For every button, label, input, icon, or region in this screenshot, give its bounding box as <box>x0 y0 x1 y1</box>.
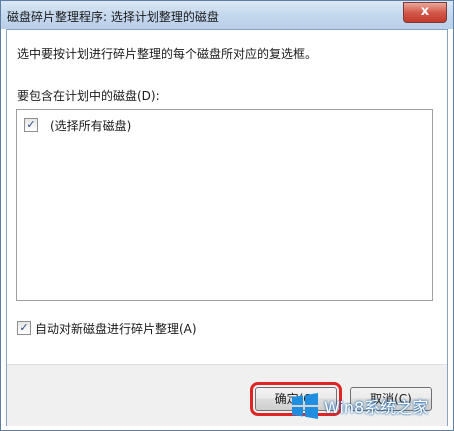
close-button[interactable]: x <box>403 2 447 23</box>
instruction-text: 选中要按计划进行碎片整理的每个磁盘所对应的复选框。 <box>17 47 318 61</box>
window-title: 磁盘碎片整理程序: 选择计划整理的磁盘 <box>7 10 219 24</box>
list-item-label: (选择所有磁盘) <box>50 119 132 133</box>
list-item-select-all[interactable]: ✓ (选择所有磁盘) <box>24 117 324 133</box>
auto-defrag-checkbox[interactable]: ✓ <box>17 321 31 335</box>
watermark: Win8系统之家 <box>292 389 452 423</box>
watermark-text: Win8系统之家 <box>324 398 429 417</box>
dialog-body: 选中要按计划进行碎片整理的每个磁盘所对应的复选框。 要包含在计划中的磁盘(D):… <box>6 29 448 426</box>
select-all-checkbox[interactable]: ✓ <box>24 118 38 132</box>
dialog-window: 磁盘碎片整理程序: 选择计划整理的磁盘 x 选中要按计划进行碎片整理的每个磁盘所… <box>0 0 454 431</box>
windows-logo-icon <box>292 393 318 419</box>
title-bar[interactable]: 磁盘碎片整理程序: 选择计划整理的磁盘 x <box>1 1 453 29</box>
disk-list-label: 要包含在计划中的磁盘(D): <box>17 89 160 103</box>
close-icon: x <box>420 4 430 19</box>
auto-defrag-label: 自动对新磁盘进行碎片整理(A) <box>35 322 197 336</box>
auto-defrag-option[interactable]: ✓ 自动对新磁盘进行碎片整理(A) <box>17 320 317 336</box>
disk-list[interactable]: ✓ (选择所有磁盘) <box>16 109 433 301</box>
content-area: 选中要按计划进行碎片整理的每个磁盘所对应的复选框。 要包含在计划中的磁盘(D):… <box>7 30 447 364</box>
